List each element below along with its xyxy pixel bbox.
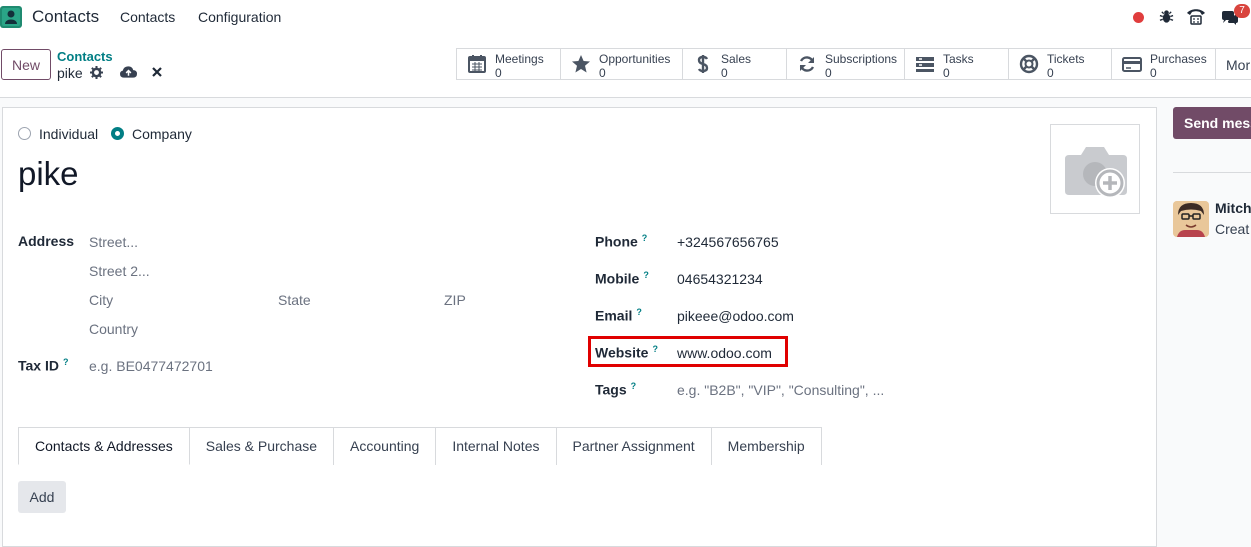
message-author[interactable]: Mitch [1215,200,1251,216]
avatar[interactable] [1173,201,1209,237]
smart-label: Tickets [1047,52,1085,66]
tab-sales-purchase[interactable]: Sales & Purchase [189,427,335,465]
user-avatar-icon [1173,201,1209,237]
smart-value: 0 [825,66,832,80]
menu-configuration[interactable]: Configuration [198,9,281,25]
recording-indicator-icon[interactable] [1133,12,1144,23]
email-label: Email? [595,307,642,324]
smart-label: Opportunities [599,52,671,66]
notebook-tabs: Contacts & Addresses Sales & Purchase Ac… [18,427,822,465]
smart-value: 0 [943,66,950,80]
smart-value: 0 [1047,66,1054,80]
calendar-icon [468,55,486,73]
help-tooltip-icon[interactable]: ? [636,307,642,317]
breadcrumb-current: pike [57,65,83,81]
new-button[interactable]: New [1,49,51,80]
control-panel: New Contacts pike Meetings 0 Opportuniti… [0,34,1251,98]
lifebuoy-icon [1019,54,1039,74]
top-navbar: Contacts Contacts Configuration 7 [0,0,1251,34]
tags-label: Tags? [595,381,636,398]
help-tooltip-icon[interactable]: ? [63,357,69,367]
smart-label: Purchases [1150,52,1207,66]
help-tooltip-icon[interactable]: ? [643,270,649,280]
radio-individual[interactable] [18,127,31,140]
smart-button-tickets[interactable]: Tickets 0 [1008,48,1112,80]
tab-membership[interactable]: Membership [711,427,822,465]
smart-button-subscriptions[interactable]: Subscriptions 0 [786,48,904,80]
message-text: Creat [1215,221,1250,237]
image-upload-field[interactable] [1050,124,1140,214]
credit-card-icon [1122,57,1142,72]
more-label: Mor [1226,57,1251,73]
smart-value: 0 [495,66,502,80]
tax-id-label-text: Tax ID [18,357,59,374]
tags-input[interactable]: e.g. "B2B", "VIP", "Consulting", ... [677,382,884,398]
tab-contacts-addresses[interactable]: Contacts & Addresses [18,427,190,465]
smart-value: 0 [721,66,728,80]
menu-contacts[interactable]: Contacts [120,9,175,25]
smart-value: 0 [599,66,606,80]
help-tooltip-icon[interactable]: ? [642,233,648,243]
mobile-label: Mobile? [595,270,649,287]
tax-id-label: Tax ID? [18,357,68,374]
contacts-app-icon[interactable] [0,6,22,28]
phone-input[interactable]: +324567656765 [677,234,779,250]
mobile-label-text: Mobile [595,270,640,287]
radio-individual-label[interactable]: Individual [39,126,98,142]
tax-id-input[interactable]: e.g. BE0477472701 [89,358,213,374]
form-sheet [2,107,1157,547]
website-label: Website? [595,344,658,361]
city-input[interactable]: City [89,292,113,308]
gear-icon[interactable] [90,66,103,79]
tags-label-text: Tags [595,381,627,398]
notification-badge: 7 [1234,4,1250,18]
smart-button-more[interactable]: Mor [1215,48,1251,80]
app-title[interactable]: Contacts [32,7,99,27]
address-label: Address [18,233,75,249]
zip-input[interactable]: ZIP [444,292,466,308]
country-select[interactable]: Country [89,321,138,337]
cloud-upload-icon[interactable] [120,65,137,79]
tab-accounting[interactable]: Accounting [334,427,437,465]
camera-add-icon [1065,147,1127,198]
state-select[interactable]: State [278,292,311,308]
smart-button-purchases[interactable]: Purchases 0 [1111,48,1215,80]
phone-label-text: Phone [595,233,638,250]
phone-label: Phone? [595,233,647,250]
email-input[interactable]: pikeee@odoo.com [677,308,794,324]
email-label-text: Email [595,307,633,324]
smart-value: 0 [1150,66,1157,80]
tasks-icon [916,57,934,72]
smart-button-meetings[interactable]: Meetings 0 [456,48,560,80]
add-contact-button[interactable]: Add [18,481,66,513]
tab-internal-notes[interactable]: Internal Notes [436,427,557,465]
smart-label: Tasks [943,52,974,66]
smart-button-sales[interactable]: Sales 0 [682,48,786,80]
discard-close-icon[interactable] [152,67,162,77]
website-input[interactable]: www.odoo.com [677,345,772,361]
radio-company-label[interactable]: Company [132,126,192,142]
dollar-icon [697,55,709,73]
tab-partner-assignment[interactable]: Partner Assignment [556,427,712,465]
smart-label: Subscriptions [825,52,898,66]
smart-label: Meetings [495,52,544,66]
street2-input[interactable]: Street 2... [89,263,150,279]
smart-button-opportunities[interactable]: Opportunities 0 [560,48,682,80]
breadcrumb-contacts[interactable]: Contacts [57,49,113,64]
mobile-input[interactable]: 04654321234 [677,271,763,287]
send-message-button[interactable]: Send mess [1173,107,1251,139]
star-icon [572,55,590,73]
bug-icon[interactable] [1159,9,1174,24]
help-tooltip-icon[interactable]: ? [652,344,658,354]
street-input[interactable]: Street... [89,234,138,250]
help-tooltip-icon[interactable]: ? [631,381,637,391]
partner-name-field[interactable]: pike [18,155,79,193]
phone-icon[interactable] [1186,8,1206,25]
chatter-divider [1173,172,1251,173]
smart-button-tasks[interactable]: Tasks 0 [904,48,1008,80]
radio-company[interactable] [111,127,124,140]
refresh-icon [799,56,815,72]
smart-label: Sales [721,52,752,66]
website-label-text: Website [595,344,649,361]
